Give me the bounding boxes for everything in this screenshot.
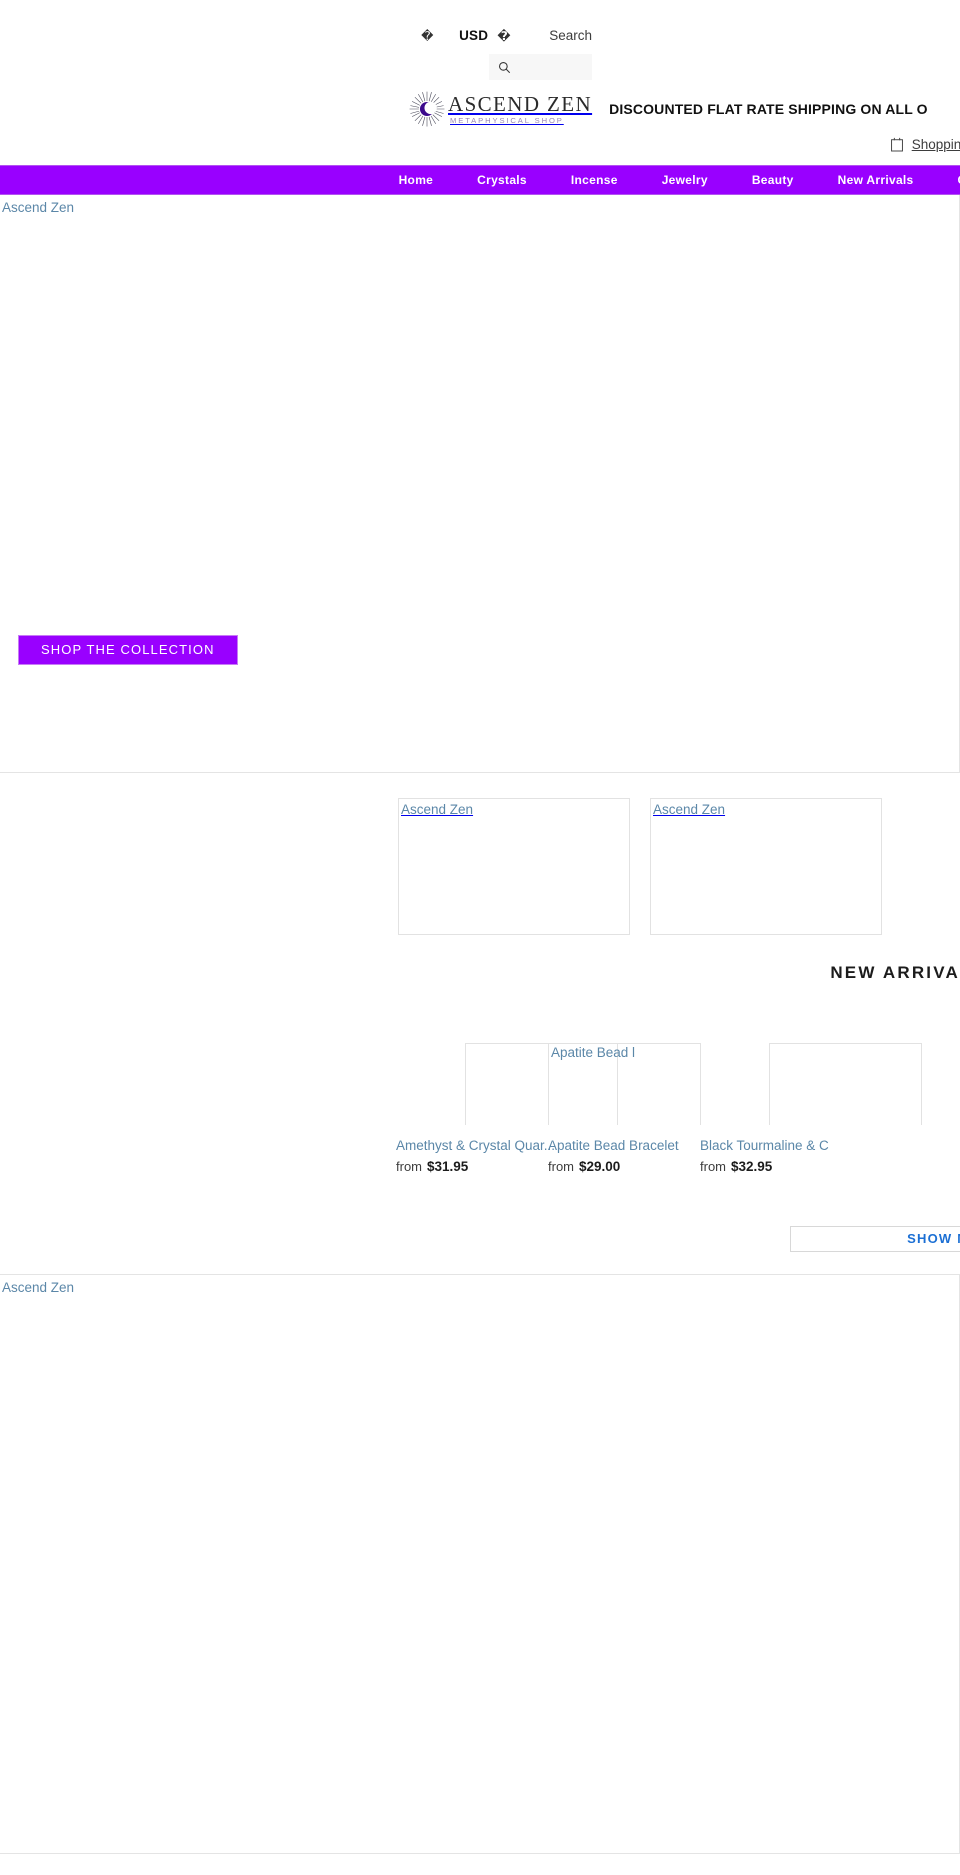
- nav-item-beauty[interactable]: Beauty: [730, 173, 816, 187]
- brand-announcement-row: ASCEND ZEN METAPHYSICAL SHOP DISCOUNTED …: [0, 88, 960, 130]
- product-image-placeholder[interactable]: Apatite Bead l: [548, 1043, 701, 1125]
- nav-item-home[interactable]: Home: [377, 173, 456, 187]
- announcement-text: DISCOUNTED FLAT RATE SHIPPING ON ALL O: [609, 101, 928, 117]
- nav-link-home[interactable]: Home: [377, 173, 456, 187]
- shopping-bag-icon: [890, 137, 903, 152]
- product-title[interactable]: Amethyst & Crystal Quar...: [396, 1138, 555, 1153]
- nav-item-incense[interactable]: Incense: [549, 173, 640, 187]
- product-image-alt: Apatite Bead l: [551, 1045, 636, 1060]
- main-navigation: Home Crystals Incense Jewelry Beauty New…: [0, 165, 960, 195]
- hero-slideshow: Ascend Zen SHOP THE COLLECTION: [0, 195, 960, 773]
- top-utility-bar: � USD � Search: [0, 0, 960, 56]
- product-card[interactable]: Black Tourmaline & C from $32.95: [700, 1043, 922, 1174]
- show-more-button[interactable]: SHOW MORE: [790, 1226, 960, 1252]
- nav-item-crystals[interactable]: Crystals: [455, 173, 549, 187]
- collection-tile-2[interactable]: Ascend Zen: [650, 798, 882, 935]
- price-prefix: from: [548, 1159, 574, 1174]
- price-value: $31.95: [427, 1159, 469, 1174]
- nav-link-crystals[interactable]: Crystals: [455, 173, 549, 187]
- product-price: from $32.95: [700, 1159, 804, 1174]
- new-arrivals-product-grid: Amethyst & Crystal Quar... from $31.95 Ap…: [0, 1043, 960, 1174]
- currency-value: USD: [459, 28, 489, 43]
- site-logo[interactable]: ASCEND ZEN METAPHYSICAL SHOP: [409, 91, 592, 127]
- cart-label: Shopping Cart: [911, 136, 960, 152]
- main-navigation-list: Home Crystals Incense Jewelry Beauty New…: [0, 173, 960, 187]
- search-icon: [499, 61, 511, 73]
- locale-flag-icon[interactable]: �: [421, 29, 433, 43]
- bottom-banner[interactable]: Ascend Zen: [0, 1274, 960, 1854]
- search-input[interactable]: [489, 54, 592, 80]
- product-price: from $31.95: [396, 1159, 500, 1174]
- product-card[interactable]: Amethyst & Crystal Quar... from $31.95: [396, 1043, 618, 1174]
- logo-wordmark: ASCEND ZEN METAPHYSICAL SHOP: [448, 91, 593, 125]
- nav-link-beauty[interactable]: Beauty: [730, 173, 816, 187]
- product-title[interactable]: Apatite Bead Bracelet: [548, 1138, 679, 1153]
- collection-tile-1-alt: Ascend Zen: [401, 802, 474, 817]
- search-row: [0, 54, 960, 80]
- shop-the-collection-button[interactable]: SHOP THE COLLECTION: [18, 635, 238, 665]
- nav-link-incense[interactable]: Incense: [549, 173, 640, 187]
- chevron-down-icon: �: [497, 28, 511, 43]
- price-value: $32.95: [731, 1159, 773, 1174]
- cart-row: Shopping Cart: [0, 132, 960, 156]
- logo-brand-name: ASCEND ZEN: [448, 91, 593, 116]
- bottom-banner-alt: Ascend Zen: [2, 1280, 75, 1295]
- logo-tagline: METAPHYSICAL SHOP: [450, 115, 564, 125]
- price-value: $29.00: [579, 1159, 621, 1174]
- product-title[interactable]: Black Tourmaline & C: [700, 1138, 829, 1153]
- collection-tiles: Ascend Zen Ascend Zen: [0, 773, 960, 935]
- product-image-placeholder[interactable]: [769, 1043, 922, 1125]
- hero-image-alt: Ascend Zen: [2, 200, 75, 215]
- product-card[interactable]: Apatite Bead l Apatite Bead Bracelet fro…: [548, 1043, 701, 1174]
- nav-item-gift[interactable]: Gift: [936, 173, 960, 187]
- nav-item-jewelry[interactable]: Jewelry: [640, 173, 730, 187]
- price-prefix: from: [700, 1159, 726, 1174]
- collection-tile-2-alt: Ascend Zen: [653, 802, 726, 817]
- collection-tile-1[interactable]: Ascend Zen: [398, 798, 630, 935]
- new-arrivals-heading: NEW ARRIVA: [830, 963, 960, 982]
- nav-link-jewelry[interactable]: Jewelry: [640, 173, 730, 187]
- currency-selector[interactable]: USD �: [459, 28, 511, 43]
- top-utility-inner: � USD � Search: [421, 28, 960, 43]
- nav-item-new-arrivals[interactable]: New Arrivals: [816, 173, 936, 187]
- nav-link-new-arrivals[interactable]: New Arrivals: [816, 173, 936, 187]
- nav-link-gift[interactable]: Gift: [936, 173, 960, 187]
- product-price: from $29.00: [548, 1159, 652, 1174]
- shopping-cart-link[interactable]: Shopping Cart: [890, 136, 960, 152]
- price-prefix: from: [396, 1159, 422, 1174]
- sun-moon-logo-icon: [409, 91, 445, 127]
- show-more-row: SHOW MORE: [0, 1226, 960, 1252]
- search-label: Search: [549, 28, 592, 43]
